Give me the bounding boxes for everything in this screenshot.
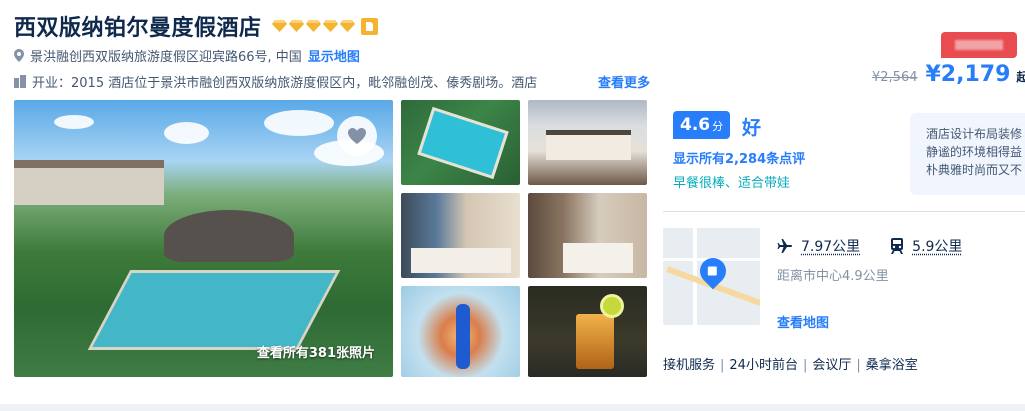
review-tags: 早餐很棒、适合带娃 <box>673 176 791 191</box>
diamond-icon <box>288 20 304 32</box>
price-suffix: 起 <box>1016 70 1025 84</box>
diamond-icon <box>339 20 355 32</box>
amenity-item: 24小时前台 <box>729 358 798 373</box>
main-photo[interactable]: 查看所有381张照片 <box>14 100 393 377</box>
price-row: ¥2,564 ¥2,179 起 <box>872 62 1025 87</box>
hotel-name[interactable]: 西双版纳铂尔曼度假酒店 <box>14 10 262 42</box>
intro-row: 开业：2015 酒店位于景洪市融创西双版纳旅游度假区内，毗邻融创茂、傣秀剧场。酒… <box>14 72 650 91</box>
thumbnail-photo[interactable] <box>528 100 647 185</box>
review-quote-line: 朴典雅时尚而又不 <box>926 163 1023 177</box>
diamond-icon <box>322 20 338 32</box>
view-map-link[interactable]: 查看地图 <box>777 312 829 331</box>
review-quote-line: 酒店设计布局装修 <box>926 127 1023 141</box>
amenity-item: 桑拿浴室 <box>865 358 918 373</box>
hotel-address: 景洪融创西双版纳旅游度假区迎宾路66号, 中国 <box>30 50 302 65</box>
amenity-separator: | <box>856 358 861 373</box>
hotel-title-row: 西双版纳铂尔曼度假酒店 <box>14 10 378 42</box>
amenity-separator: | <box>720 358 725 373</box>
city-center-distance: 距离市中心4.9公里 <box>777 269 889 284</box>
diamond-icon <box>271 20 287 32</box>
rating-unit: 分 <box>712 120 724 133</box>
review-quote[interactable]: 酒店设计布局装修 静谧的环境相得益 朴典雅时尚而又不 <box>910 113 1025 195</box>
rating-score-badge[interactable]: 4.6 分 <box>673 111 731 139</box>
promo-tag-blurred <box>955 40 1003 50</box>
airport-distance[interactable]: 7.97公里 <box>777 236 860 256</box>
all-reviews-link[interactable]: 显示所有2,284条点评 <box>673 148 805 167</box>
hotel-intro: 开业：2015 酒店位于景洪市融创西双版纳旅游度假区内，毗邻融创茂、傣秀剧场。酒… <box>32 76 538 91</box>
thumbs-up-icon[interactable] <box>360 17 378 35</box>
heart-icon <box>348 128 366 144</box>
thumbnail-photo[interactable] <box>528 193 647 278</box>
amenity-item: 会议厅 <box>812 358 852 373</box>
view-more-link[interactable]: 查看更多 <box>598 72 650 91</box>
thumbnail-photo[interactable] <box>528 286 647 377</box>
building-icon <box>14 75 26 88</box>
show-map-link[interactable]: 显示地图 <box>308 46 360 65</box>
map-thumbnail[interactable] <box>663 228 760 325</box>
amenity-separator: | <box>802 358 808 373</box>
distance-row: 7.97公里 5.9公里 <box>777 236 992 256</box>
thumbnail-photo[interactable] <box>401 286 520 377</box>
thumbnail-photo[interactable] <box>401 100 520 185</box>
favorite-button[interactable] <box>337 116 377 156</box>
rating-grade: 好 <box>742 117 762 139</box>
view-all-photos-link[interactable]: 查看所有381张照片 <box>257 342 375 361</box>
airport-distance-value: 7.97公里 <box>801 239 861 255</box>
amenities-list: 接机服务 | 24小时前台 | 会议厅 | 桑拿浴室 <box>663 354 918 373</box>
rating-score: 4.6 <box>680 115 711 135</box>
amenity-item: 接机服务 <box>663 358 716 373</box>
current-price[interactable]: ¥2,179 <box>926 62 1011 87</box>
diamond-rating <box>271 20 355 32</box>
original-price: ¥2,564 <box>872 70 918 85</box>
thumbnail-photo[interactable] <box>401 193 520 278</box>
divider <box>663 211 1025 212</box>
review-quote-line: 静谧的环境相得益 <box>926 145 1023 159</box>
bottom-strip <box>0 404 1025 411</box>
location-pin-icon <box>14 49 24 62</box>
airplane-icon <box>777 239 792 253</box>
station-distance[interactable]: 5.9公里 <box>890 236 962 256</box>
diamond-icon <box>305 20 321 32</box>
station-distance-value: 5.9公里 <box>912 239 963 255</box>
address-row: 景洪融创西双版纳旅游度假区迎宾路66号, 中国 显示地图 <box>14 46 360 65</box>
promo-tag <box>941 32 1017 58</box>
train-icon <box>891 238 904 254</box>
